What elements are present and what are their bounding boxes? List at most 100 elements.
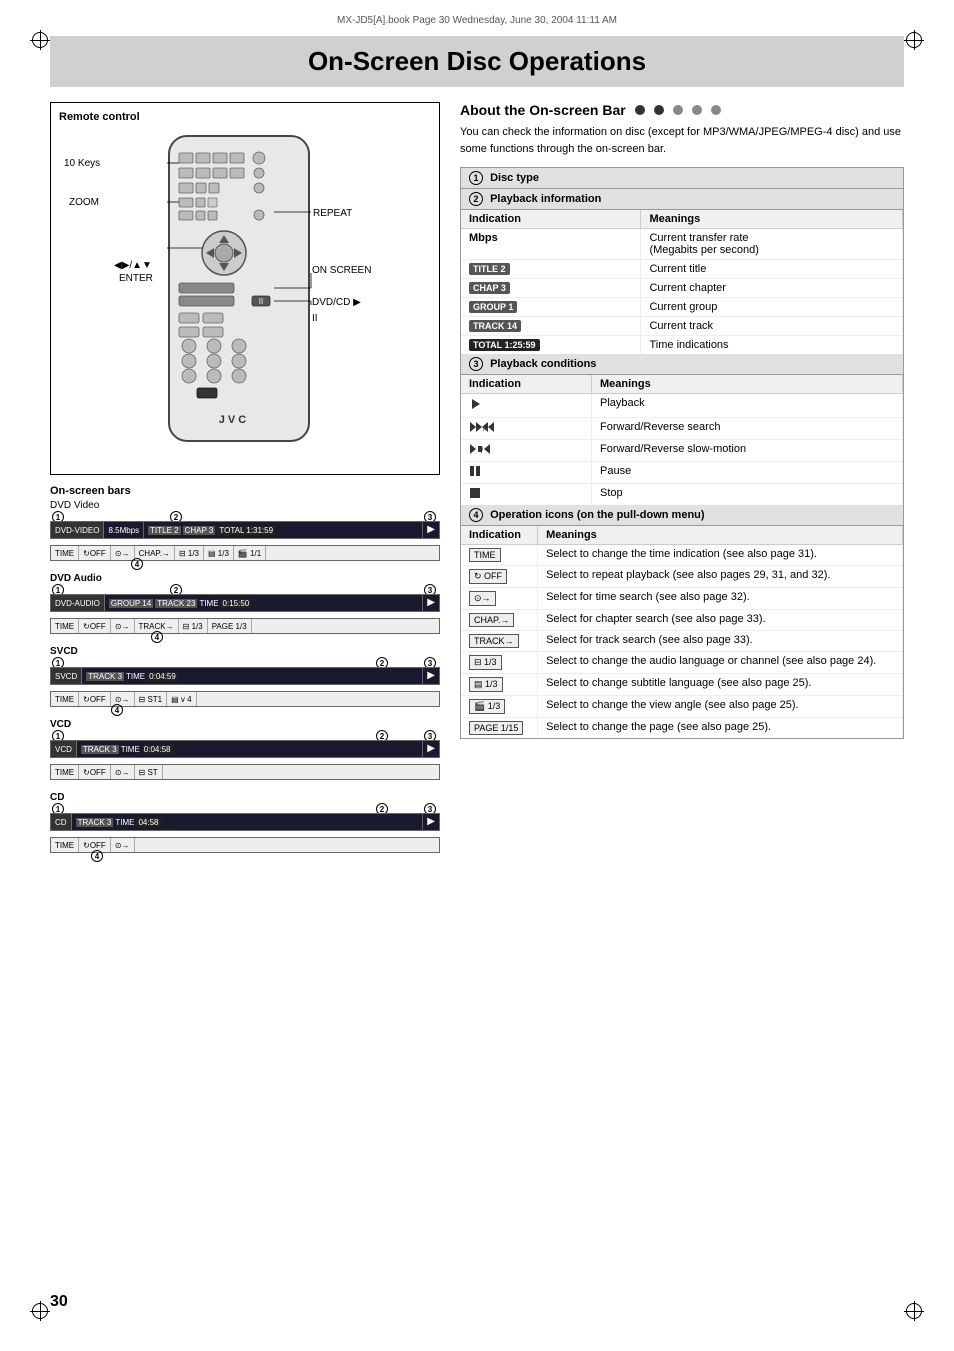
indication-time: TOTAL 1:25:59	[461, 336, 641, 355]
op-chap-tag: CHAP.→	[469, 613, 514, 627]
table-row: TITLE 2 Current title	[461, 260, 903, 279]
svg-text:DVD/CD ▶: DVD/CD ▶	[312, 297, 361, 308]
section3-number: 3	[469, 357, 483, 371]
reg-circle-bl	[32, 1303, 48, 1319]
col2-header-s3: Meanings	[592, 375, 903, 394]
table-row: ⊟ 1/3 Select to change the audio languag…	[461, 652, 903, 674]
svcd-off: ↻OFF	[79, 692, 111, 706]
op-sub-tag: ▤ 1/3	[469, 677, 503, 692]
vcd-bar-wrapper: 1 2 3 VCD TRACK 3 TIME 0:04:58 ▶	[50, 740, 440, 780]
table-row: ▤ 1/3 Select to change subtitle language…	[461, 674, 903, 696]
col1-header-s3: Indication	[461, 375, 592, 394]
meaning-play: Playback	[592, 394, 903, 418]
table-row: Pause	[461, 462, 903, 484]
indication-play	[461, 394, 592, 418]
cd-info: TRACK 3 TIME 04:58	[72, 814, 424, 830]
dvd-video-bar-wrapper: 1 2 3 DVD-VIDEO 8.5Mbps TITLE 2 CHAP 3 T…	[50, 521, 440, 561]
onscreen-bars-title: On-screen bars	[50, 485, 440, 497]
svcd-time: TIME	[51, 692, 79, 706]
dvd-video-bottom-bar: 4 TIME ↻OFF ⊙→ CHAP.→ ⊟ 1/3 ▤ 1/3 🎬 1/1	[50, 545, 440, 561]
num-4-dvdaudio: 4	[151, 631, 163, 643]
section-heading: About the On-screen Bar	[460, 102, 904, 118]
section2-label: Playback information	[490, 193, 601, 205]
dvd-audio-bottom: TIME ↻OFF ⊙→ TRACK→ ⊟ 1/3 PAGE 1/3	[51, 619, 439, 633]
reg-circle-tr	[906, 32, 922, 48]
meaning-track: Current track	[641, 317, 903, 336]
reg-circle-tl	[32, 32, 48, 48]
cd-play: ▶	[423, 814, 439, 830]
op-time-mean: Select to change the time indication (se…	[538, 545, 903, 566]
svg-text:◀▶/▲▼: ◀▶/▲▼	[114, 260, 152, 271]
vcd-type: VCD	[51, 741, 77, 757]
dvd-audio-inner: DVD-AUDIO GROUP 14 TRACK 23 TIME 0:15:50…	[51, 595, 439, 611]
meaning-stop: Stop	[592, 484, 903, 506]
op-page-tag: PAGE 1/15	[469, 721, 523, 735]
table-row: ⊙→ Select for time search (see also page…	[461, 588, 903, 610]
table-row: ↻ OFF Select to repeat playback (see als…	[461, 566, 903, 588]
op-audio-mean: Select to change the audio language or c…	[538, 652, 903, 674]
indication-stop	[461, 484, 592, 506]
svcd-info: TRACK 3 TIME 0:04:59	[82, 668, 423, 684]
op-chap-mean: Select for chapter search (see also page…	[538, 610, 903, 631]
table-row: Mbps Current transfer rate(Megabits per …	[461, 229, 903, 260]
audio-page: PAGE 1/3	[208, 619, 252, 633]
op-track-tag: TRACK→	[469, 634, 519, 648]
table-row: 🎬 1/3 Select to change the view angle (s…	[461, 696, 903, 718]
right-column: About the On-screen Bar You can check th…	[460, 102, 904, 865]
indication-chap: CHAP 3	[461, 279, 641, 298]
op-page-mean: Select to change the page (see also page…	[538, 718, 903, 739]
section1-number: 1	[469, 171, 483, 185]
table-row: TIME Select to change the time indicatio…	[461, 545, 903, 566]
vcd-bottom-bar: TIME ↻OFF ⊙→ ⊟ ST	[50, 764, 440, 780]
page-header: MX-JD5[A].book Page 30 Wednesday, June 3…	[0, 0, 954, 31]
indication-pause	[461, 462, 592, 484]
meaning-ffsearch: Forward/Reverse search	[592, 418, 903, 440]
vcd-time: TIME	[51, 765, 79, 779]
main-content: Remote control	[50, 102, 904, 865]
section2-table: Indication Meanings Mbps Current transfe…	[461, 210, 903, 354]
op-angle-mean: Select to change the view angle (see als…	[538, 696, 903, 718]
svg-text:ENTER: ENTER	[119, 273, 153, 284]
dvd-audio-label: DVD Audio	[50, 573, 440, 584]
svg-text:REPEAT: REPEAT	[313, 208, 352, 219]
table-row: CHAP 3 Current chapter	[461, 279, 903, 298]
section4-number: 4	[469, 508, 483, 522]
svcd-play: ▶	[423, 668, 439, 684]
col1-header-s4: Indication	[461, 526, 538, 545]
op-track-ind: TRACK→	[461, 631, 538, 652]
op-search-tag: ⊙→	[469, 591, 496, 606]
indication-mbps: Mbps	[461, 229, 641, 260]
table-row: TOTAL 1:25:59 Time indications	[461, 336, 903, 355]
vcd-st: ⊟ ST	[135, 765, 163, 779]
dvd-audio-bar-wrapper: 1 2 3 DVD-AUDIO GROUP 14 TRACK 23 TIME 0…	[50, 594, 440, 634]
vcd-bottom: TIME ↻OFF ⊙→ ⊟ ST	[51, 765, 439, 779]
remote-control-label: Remote control	[59, 111, 431, 123]
table-row: TRACK 14 Current track	[461, 317, 903, 336]
intro-text: You can check the information on disc (e…	[460, 124, 904, 157]
indication-group: GROUP 1	[461, 298, 641, 317]
dvd-audio: ⊟ 1/3	[175, 546, 204, 560]
vcd-search: ⊙→	[111, 765, 135, 779]
section3-header: 3 Playback conditions	[461, 354, 903, 375]
dvd-video-label: DVD Video	[50, 500, 440, 511]
page-title: On-Screen Disc Operations	[70, 46, 884, 77]
cd-label: CD	[50, 792, 440, 803]
svcd-top-bar: SVCD TRACK 3 TIME 0:04:59 ▶	[50, 667, 440, 685]
op-track-mean: Select for track search (see also page 3…	[538, 631, 903, 652]
table-row: / Forward/Reverse slow-motion	[461, 440, 903, 462]
op-angle-ind: 🎬 1/3	[461, 696, 538, 718]
meaning-title: Current title	[641, 260, 903, 279]
meaning-mbps: Current transfer rate(Megabits per secon…	[641, 229, 903, 260]
op-chap-ind: CHAP.→	[461, 610, 538, 631]
onscreen-bars-section: On-screen bars DVD Video 1 2 3 DVD-VIDEO…	[50, 485, 440, 853]
dvd-search: ⊙→	[111, 546, 135, 560]
svcd-inner: SVCD TRACK 3 TIME 0:04:59 ▶	[51, 668, 439, 684]
section1-label: Disc type	[490, 172, 539, 184]
heading-text: About the On-screen Bar	[460, 102, 626, 118]
dot-2	[654, 105, 664, 115]
indication-track: TRACK 14	[461, 317, 641, 336]
cd-time: TIME	[51, 838, 79, 852]
dvd-sub: ▤ 1/3	[204, 546, 234, 560]
audio-search: ⊙→	[111, 619, 135, 633]
op-search-ind: ⊙→	[461, 588, 538, 610]
